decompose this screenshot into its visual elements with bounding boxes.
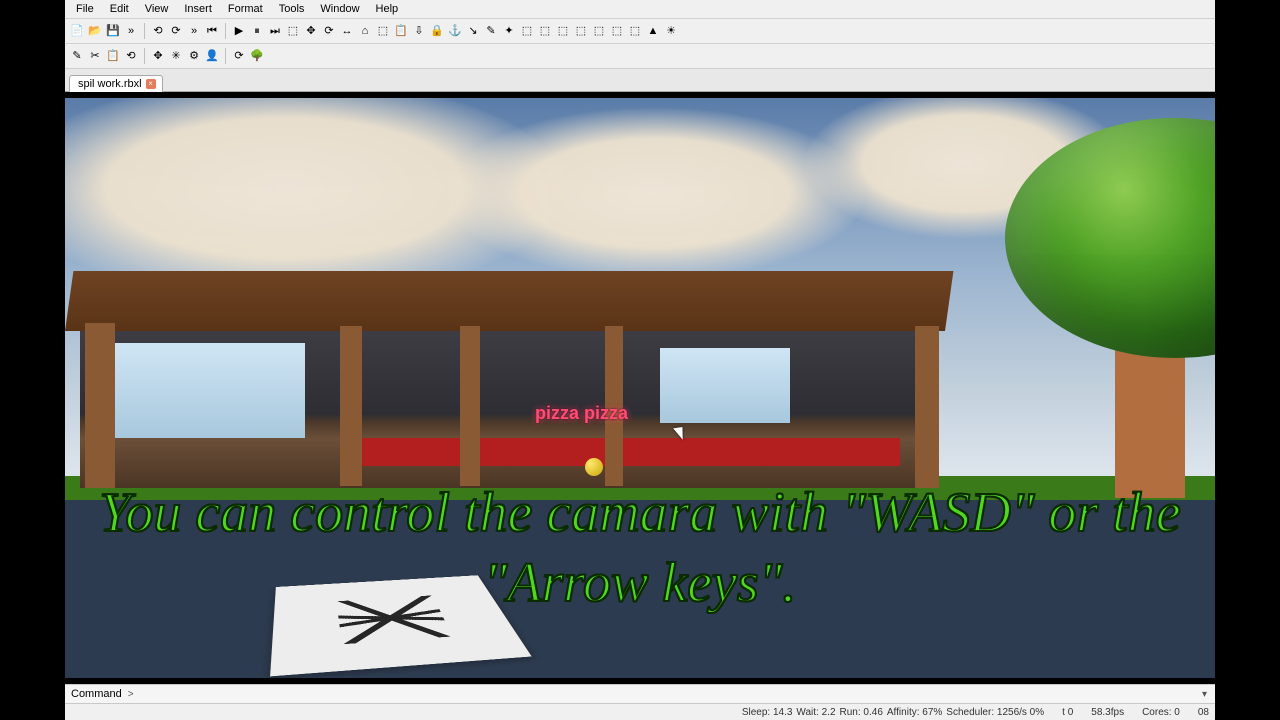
toolbar-button[interactable]: ⬚ (609, 23, 625, 39)
toolbar-button[interactable]: ⬚ (285, 23, 301, 39)
neon-sign: pizza pizza (535, 403, 628, 424)
menu-bar: File Edit View Insert Format Tools Windo… (65, 0, 1215, 19)
menu-tools[interactable]: Tools (272, 2, 312, 16)
toolbar-button[interactable]: ⟳ (321, 23, 337, 39)
menu-help[interactable]: Help (369, 2, 406, 16)
status-sleep: Sleep: 14.3 (742, 707, 793, 718)
toolbar-button[interactable]: 📂 (87, 23, 103, 39)
toolbar-button[interactable]: ⚓ (447, 23, 463, 39)
toolbar-button[interactable]: ✥ (150, 48, 166, 64)
yellow-ball (585, 458, 603, 476)
toolbar-button[interactable]: ⟳ (168, 23, 184, 39)
toolbar-button[interactable]: ⬚ (519, 23, 535, 39)
toolbar-button[interactable]: ⬚ (537, 23, 553, 39)
toolbar-button[interactable]: 📋 (393, 23, 409, 39)
window (105, 343, 305, 438)
toolbar-button[interactable]: ✎ (69, 48, 85, 64)
toolbar-button[interactable]: ⇩ (411, 23, 427, 39)
status-cores: Cores: 0 (1142, 707, 1180, 718)
toolbar-button[interactable]: » (123, 23, 139, 39)
status-affinity: Affinity: 67% (887, 707, 942, 718)
toolbar-button[interactable]: ⟲ (150, 23, 166, 39)
toolbar-button[interactable]: 📄 (69, 23, 85, 39)
counter (360, 438, 900, 466)
menu-file[interactable]: File (69, 2, 101, 16)
cloud (445, 108, 865, 278)
ground (65, 476, 1215, 678)
toolbar-button[interactable]: ⏮ (204, 23, 220, 39)
menu-insert[interactable]: Insert (177, 2, 219, 16)
pillar (460, 326, 480, 486)
toolbar-secondary: ✎✂📋⟲ ✥✳⚙👤 ⟳🌳 (65, 44, 1215, 69)
building-interior (80, 323, 935, 488)
toolbar-button[interactable]: ⏸ (249, 23, 265, 39)
toolbar-button[interactable]: 🌳 (249, 48, 265, 64)
toolbar-button[interactable]: » (186, 23, 202, 39)
toolbar-button[interactable]: ✎ (483, 23, 499, 39)
pillar (915, 326, 939, 488)
menu-window[interactable]: Window (313, 2, 366, 16)
toolbar-button[interactable]: ⬚ (555, 23, 571, 39)
pillar (85, 323, 115, 488)
toolbar-button[interactable]: ⌂ (357, 23, 373, 39)
menu-view[interactable]: View (138, 2, 176, 16)
toolbar-button[interactable]: ⬚ (591, 23, 607, 39)
toolbar-button[interactable]: ↔ (339, 23, 355, 39)
tab-label: spil work.rbxl (78, 78, 142, 90)
toolbar-button[interactable]: ⟳ (231, 48, 247, 64)
toolbar-main: 📄📂💾»⟲⟳»⏮▶⏸⏭⬚✥⟳↔⌂⬚📋⇩🔒⚓↘✎✦⬚⬚⬚⬚⬚⬚⬚▲☀ (65, 19, 1215, 44)
toolbar-button[interactable]: ✥ (303, 23, 319, 39)
close-icon[interactable]: × (146, 79, 156, 89)
toolbar-button[interactable]: 👤 (204, 48, 220, 64)
toolbar-button[interactable]: 🔒 (429, 23, 445, 39)
toolbar-button[interactable]: ⬚ (627, 23, 643, 39)
toolbar-button[interactable]: ✦ (501, 23, 517, 39)
status-scheduler: Scheduler: 1256/s 0% (946, 707, 1044, 718)
pillar (340, 326, 362, 486)
toolbar-button[interactable]: ▶ (231, 23, 247, 39)
window (660, 348, 790, 423)
building-roof (65, 271, 953, 331)
status-run: Run: 0.46 (840, 707, 883, 718)
status-bar: Sleep: 14.3 Wait: 2.2 Run: 0.46 Affinity… (65, 704, 1215, 720)
toolbar-button[interactable]: ⟲ (123, 48, 139, 64)
tab-active[interactable]: spil work.rbxl × (69, 75, 163, 92)
document-tabs: spil work.rbxl × (65, 69, 1215, 92)
toolbar-button[interactable]: ✳ (168, 48, 184, 64)
app-window: File Edit View Insert Format Tools Windo… (65, 0, 1215, 720)
command-input[interactable] (140, 687, 1194, 701)
toolbar-button[interactable]: ⏭ (267, 23, 283, 39)
command-bar: Command > ▾ (65, 684, 1215, 704)
toolbar-button[interactable]: ▲ (645, 23, 661, 39)
toolbar-button[interactable]: 💾 (105, 23, 121, 39)
menu-format[interactable]: Format (221, 2, 270, 16)
toolbar-button[interactable]: ⬚ (573, 23, 589, 39)
chevron-right-icon: > (128, 689, 134, 700)
status-extra: 08 (1198, 707, 1209, 718)
toolbar-button[interactable]: ✂ (87, 48, 103, 64)
command-label: Command (71, 688, 122, 700)
status-wait: Wait: 2.2 (796, 707, 835, 718)
status-t: t 0 (1062, 707, 1073, 718)
toolbar-button[interactable]: ⬚ (375, 23, 391, 39)
chevron-down-icon[interactable]: ▾ (1200, 689, 1209, 700)
toolbar-button[interactable]: 📋 (105, 48, 121, 64)
toolbar-button[interactable]: ⚙ (186, 48, 202, 64)
menu-edit[interactable]: Edit (103, 2, 136, 16)
status-fps: 58.3fps (1091, 707, 1124, 718)
toolbar-button[interactable]: ☀ (663, 23, 679, 39)
viewport-3d[interactable]: pizza pizza You can control the camara w… (65, 92, 1215, 684)
scene: pizza pizza You can control the camara w… (65, 98, 1215, 678)
toolbar-button[interactable]: ↘ (465, 23, 481, 39)
